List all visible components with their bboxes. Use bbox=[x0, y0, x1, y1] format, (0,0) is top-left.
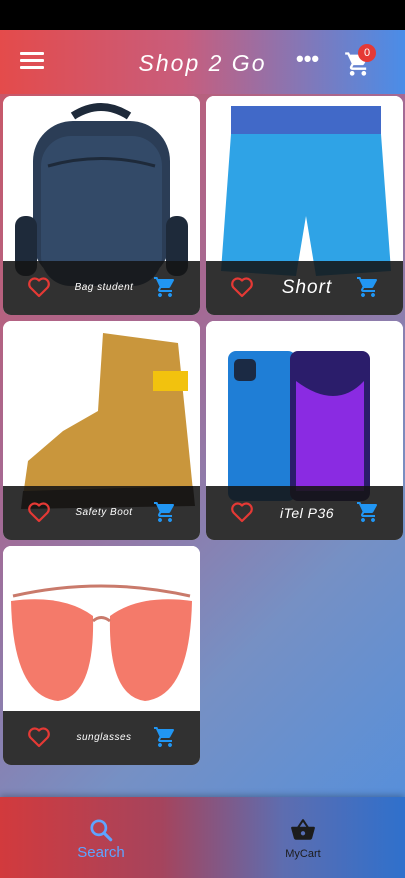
status-bar bbox=[0, 0, 405, 30]
favorite-heart-icon[interactable] bbox=[27, 726, 51, 748]
product-card-footer: Bag student bbox=[3, 261, 200, 315]
product-card[interactable]: iTel P36 bbox=[206, 321, 403, 540]
product-card-footer: Short bbox=[206, 261, 403, 315]
basket-icon bbox=[291, 819, 315, 840]
product-card[interactable]: Bag student bbox=[3, 96, 200, 315]
product-card-footer: Safety Boot bbox=[3, 486, 200, 540]
app-bar: Shop 2 Go ••• 0 bbox=[0, 30, 405, 94]
nav-mycart-tab[interactable]: MyCart bbox=[202, 797, 404, 878]
product-card[interactable]: sunglasses bbox=[3, 546, 200, 765]
add-to-cart-icon[interactable] bbox=[355, 275, 381, 299]
product-name: Bag student bbox=[74, 282, 134, 293]
nav-search-tab[interactable]: Search bbox=[0, 797, 202, 878]
add-to-cart-icon[interactable] bbox=[152, 275, 178, 299]
product-name: Safety Boot bbox=[75, 507, 133, 518]
product-name: Short bbox=[281, 277, 333, 298]
favorite-heart-icon[interactable] bbox=[27, 276, 51, 298]
favorite-heart-icon[interactable] bbox=[230, 276, 254, 298]
more-options-icon[interactable]: ••• bbox=[296, 48, 319, 72]
bottom-navigation: Search MyCart bbox=[0, 797, 405, 878]
favorite-heart-icon[interactable] bbox=[230, 501, 254, 523]
product-card[interactable]: Short bbox=[206, 96, 403, 315]
product-name: iTel P36 bbox=[279, 505, 335, 521]
header-cart-button[interactable]: 0 bbox=[344, 44, 376, 78]
search-icon bbox=[90, 819, 113, 842]
product-name: sunglasses bbox=[76, 732, 132, 743]
nav-search-label: Search bbox=[77, 844, 125, 861]
product-card-footer: iTel P36 bbox=[206, 486, 403, 540]
nav-mycart-label: MyCart bbox=[285, 848, 321, 860]
add-to-cart-icon[interactable] bbox=[152, 725, 178, 749]
favorite-heart-icon[interactable] bbox=[27, 501, 51, 523]
product-card[interactable]: Safety Boot bbox=[3, 321, 200, 540]
cart-count-badge: 0 bbox=[358, 44, 376, 62]
add-to-cart-icon[interactable] bbox=[152, 500, 178, 524]
add-to-cart-icon[interactable] bbox=[355, 500, 381, 524]
product-card-footer: sunglasses bbox=[3, 711, 200, 765]
